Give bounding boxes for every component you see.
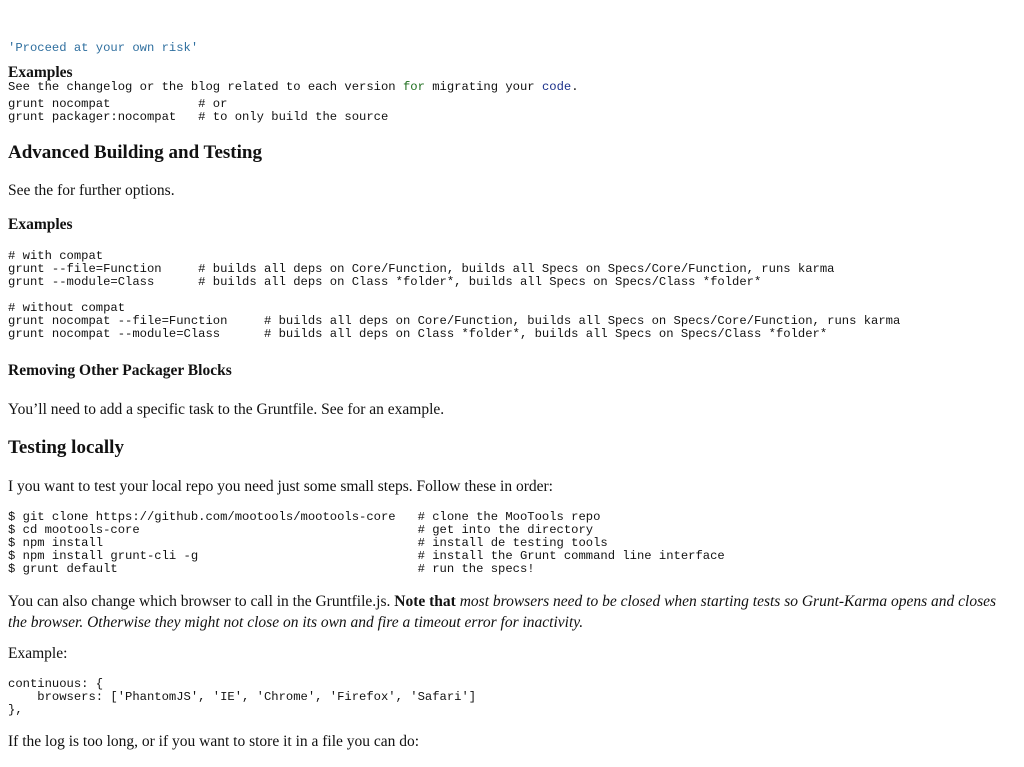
intro-code-word: code (541, 80, 572, 94)
advanced-text: See the for further options. (8, 182, 175, 199)
intro-text-end: . (571, 80, 579, 94)
testing-text: I you want to test your local repo you n… (8, 478, 553, 495)
removing-heading: Removing Other Packager Blocks (8, 362, 232, 379)
examples-code-1: grunt nocompat # or grunt packager:nocom… (8, 97, 389, 124)
browser-paragraph: You can also change which browser to cal… (8, 591, 998, 633)
advanced-heading: Advanced Building and Testing (8, 142, 262, 163)
browser-text-strong: Note that (394, 593, 456, 610)
readme-document: 'Proceed at your own risk' See the chang… (0, 0, 1024, 767)
examples-heading-2: Examples (8, 216, 73, 233)
examples-code-compat: # with compat grunt --file=Function # bu… (8, 249, 835, 289)
examples-heading-1: Examples (8, 64, 73, 81)
removing-text: You’ll need to add a specific task to th… (8, 401, 445, 418)
testing-heading: Testing locally (8, 437, 124, 458)
intro-code-line-2: See the changelog or the blog related to… (8, 81, 579, 94)
intro-text-mid: migrating your (424, 80, 542, 94)
example-code: continuous: { browsers: ['PhantomJS', 'I… (8, 677, 477, 717)
intro-code-line-1: 'Proceed at your own risk' (8, 42, 579, 55)
log-text: If the log is too long, or if you want t… (8, 733, 420, 750)
intro-keyword: for (402, 80, 425, 94)
browser-text-plain: You can also change which browser to cal… (8, 593, 395, 610)
testing-code: $ git clone https://github.com/mootools/… (8, 510, 725, 576)
example-label: Example: (8, 645, 68, 662)
examples-code-nocompat: # without compat grunt nocompat --file=F… (8, 301, 901, 341)
intro-string: 'Proceed at your own risk' (8, 41, 199, 55)
